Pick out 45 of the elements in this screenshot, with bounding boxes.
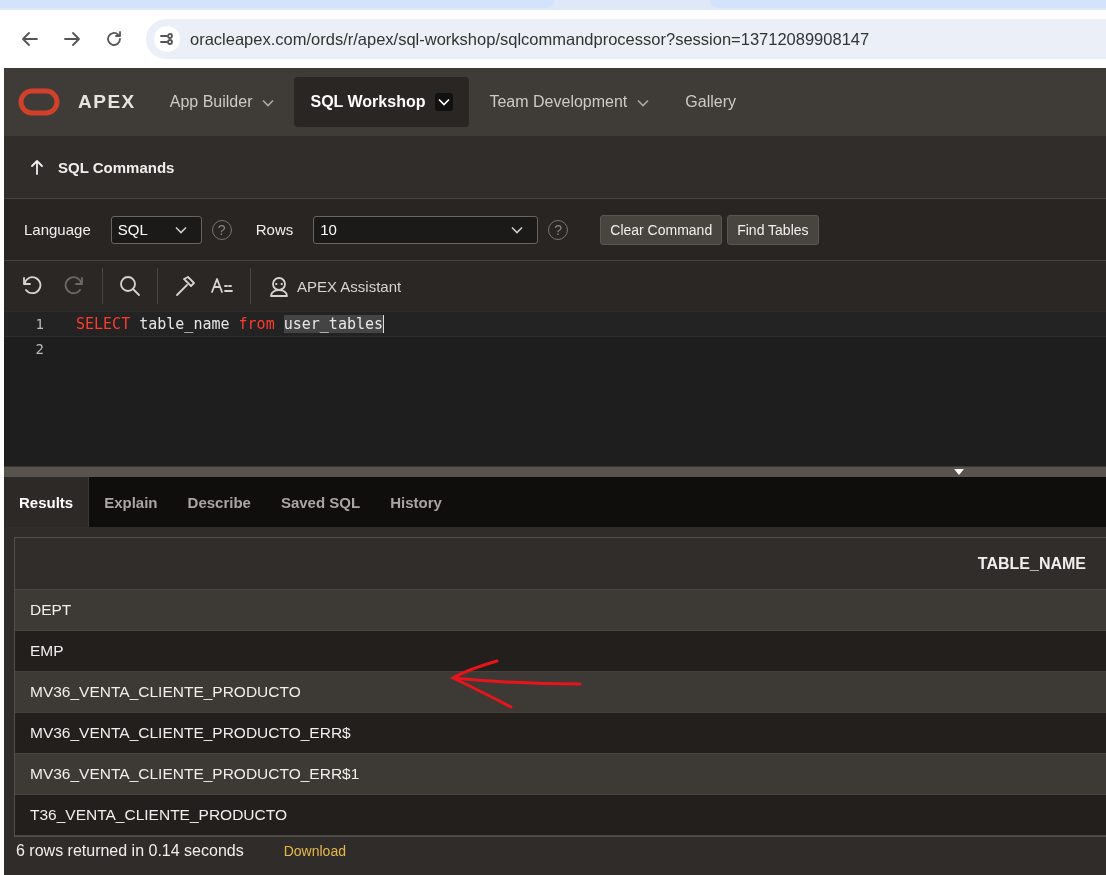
language-select[interactable]: SQL	[110, 215, 202, 244]
results-tab[interactable]: Describe	[172, 477, 266, 527]
line-number: 1	[34, 316, 45, 332]
table-cell: T36_VENTA_CLIENTE_PRODUCTO	[15, 795, 1106, 836]
nav-tab[interactable]: SQL Workshop	[294, 77, 470, 127]
rows-select[interactable]: 10	[313, 215, 539, 244]
reload-icon[interactable]	[104, 29, 124, 49]
robot-icon	[267, 275, 291, 297]
code-editor[interactable]: 1 SELECT table_name from user_tables 2	[4, 311, 1106, 466]
search-icon[interactable]	[119, 275, 141, 297]
table-cell: MV36_VENTA_CLIENTE_PRODUCTO	[15, 672, 1106, 713]
logo-text: APEX	[78, 91, 136, 113]
language-label: Language	[24, 221, 91, 238]
hammer-icon[interactable]	[174, 275, 196, 297]
line-number: 2	[34, 341, 45, 357]
nav-tab[interactable]: App Builder	[153, 77, 291, 127]
up-arrow-icon[interactable]	[30, 159, 44, 175]
splitter-handle-icon[interactable]	[954, 469, 964, 475]
table-cell: MV36_VENTA_CLIENTE_PRODUCTO_ERR$1	[15, 754, 1106, 795]
chevron-down-icon	[511, 225, 524, 234]
page-title: SQL Commands	[58, 158, 175, 176]
toolbar-button[interactable]: Find Tables	[727, 214, 819, 245]
undo-icon[interactable]	[20, 273, 42, 296]
logo-icon	[18, 87, 60, 117]
nav-tab[interactable]: Team Development	[473, 77, 666, 127]
results-tab[interactable]: Explain	[89, 477, 173, 527]
rows-returned-text: 6 rows returned in 0.14 seconds	[16, 842, 244, 860]
rows-label: Rows	[255, 221, 294, 238]
table-cell: EMP	[15, 631, 1106, 672]
back-icon[interactable]	[20, 29, 40, 49]
code-line: SELECT table_name from user_tables	[76, 315, 385, 333]
results-tab[interactable]: Results	[4, 477, 90, 527]
toolbar-button[interactable]: Clear Command	[600, 214, 723, 245]
results-tab[interactable]: History	[375, 477, 457, 527]
table-cell: DEPT	[15, 590, 1106, 631]
apex-assistant-button[interactable]: APEX Assistant	[267, 275, 402, 297]
download-link[interactable]: Download	[283, 843, 346, 859]
nav-tab[interactable]: Gallery	[669, 77, 752, 127]
table-cell: MV36_VENTA_CLIENTE_PRODUCTO_ERR$	[15, 713, 1106, 754]
url-text: oracleapex.com/ords/r/apex/sql-workshop/sqlcommandprocessor?session=13712089908147	[190, 29, 870, 49]
site-settings-icon[interactable]	[159, 31, 175, 47]
chevron-down-icon	[174, 225, 187, 234]
results-tab[interactable]: Saved SQL	[265, 477, 376, 527]
forward-icon[interactable]	[62, 29, 82, 49]
address-bar[interactable]: oracleapex.com/ords/r/apex/sql-workshop/sqlcommandprocessor?session=13712089908147	[146, 19, 1106, 59]
